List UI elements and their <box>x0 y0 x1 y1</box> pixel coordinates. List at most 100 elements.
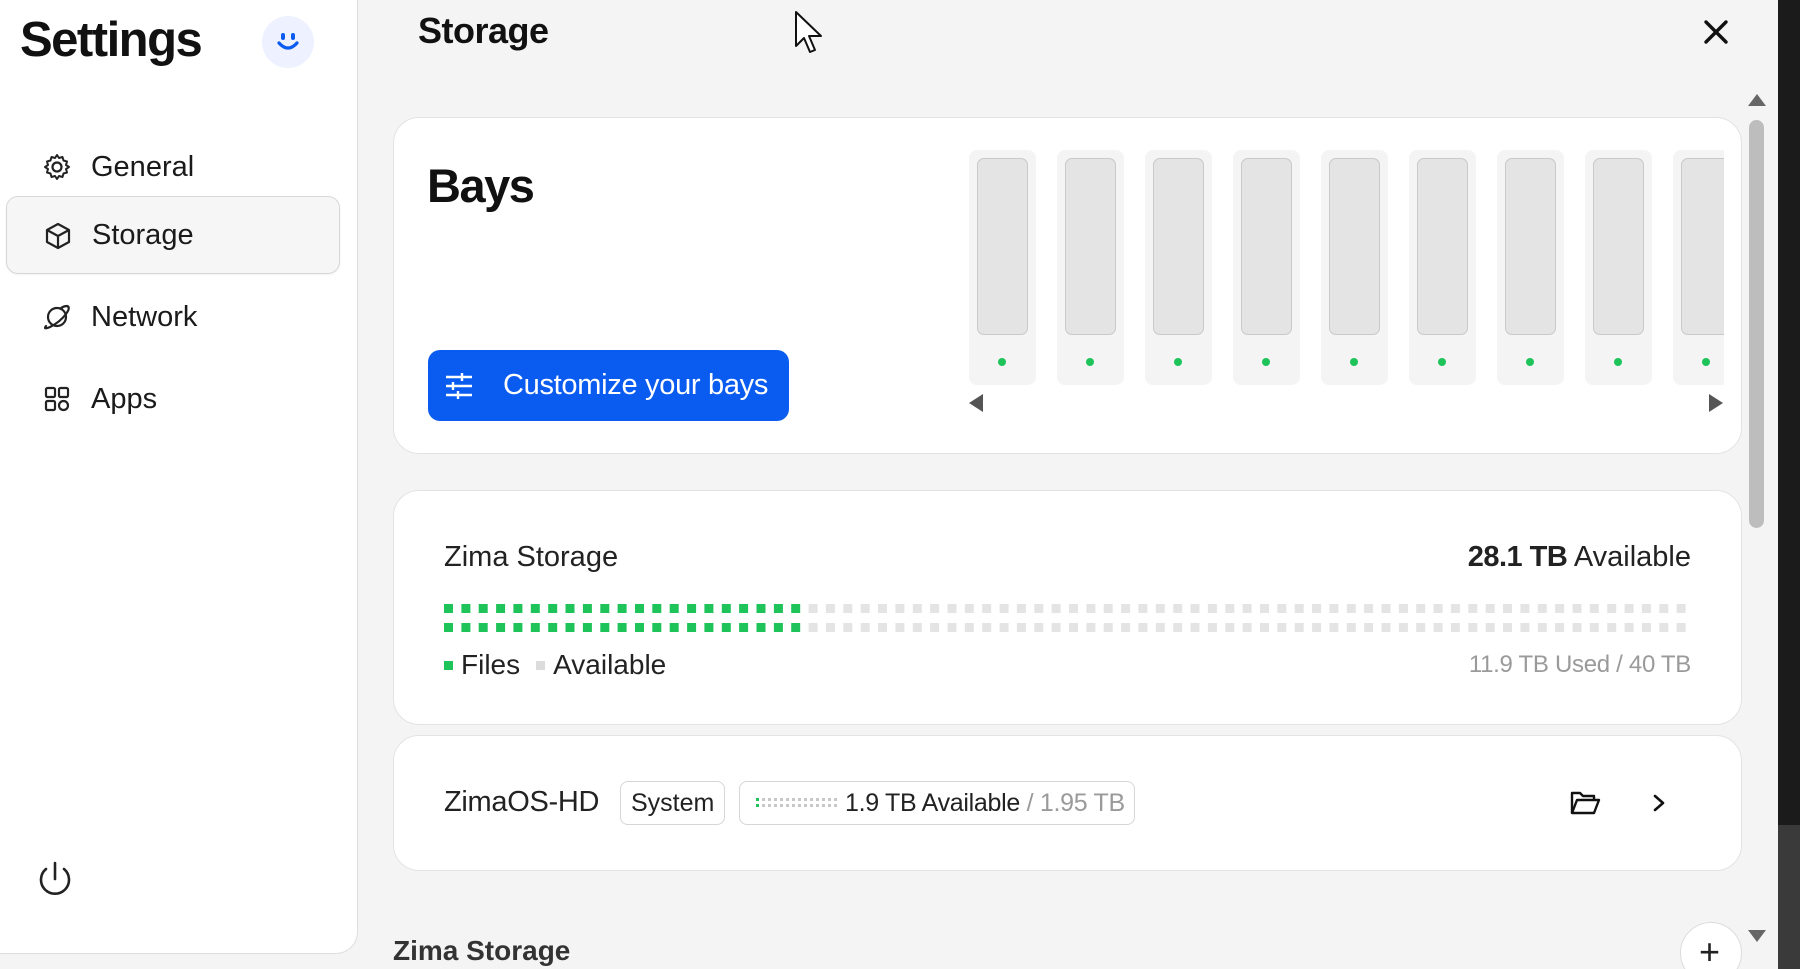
usage-dot-free <box>1277 604 1287 613</box>
usage-dot-free <box>1242 623 1252 632</box>
disk-usage-dot <box>798 798 801 801</box>
sidebar-title: Settings <box>20 13 203 67</box>
usage-dot-free <box>1346 623 1356 632</box>
usage-dot-free <box>878 604 887 613</box>
bay-slot[interactable] <box>1585 150 1652 385</box>
bay-status-dot <box>1702 358 1710 366</box>
bay-slot[interactable] <box>1673 150 1724 385</box>
bay-slot[interactable] <box>1233 150 1300 385</box>
usage-dot-free <box>1641 604 1651 613</box>
usage-dot-free <box>1659 604 1669 613</box>
usage-dot-used <box>791 623 801 632</box>
disk-usage-dot <box>786 798 789 801</box>
usage-dot-free <box>1103 604 1113 613</box>
add-storage-button[interactable]: + <box>1680 922 1742 969</box>
sidebar-item-network[interactable]: Network <box>6 278 340 356</box>
usage-dot-free <box>999 604 1009 613</box>
disk-usage-dot <box>768 804 771 807</box>
disk-usage-dot <box>804 804 807 807</box>
usage-dot-free <box>1398 623 1408 632</box>
usage-dot-free <box>860 604 870 613</box>
plus-icon: + <box>1699 931 1721 969</box>
bay-drive <box>1241 158 1292 335</box>
usage-dot-free <box>982 604 992 613</box>
usage-dot-free <box>1207 604 1217 613</box>
disk-usage-dot <box>834 798 837 801</box>
usage-dot-used <box>669 604 679 613</box>
sidebar-item-general[interactable]: General <box>6 128 340 206</box>
scroll-down-icon[interactable] <box>1748 930 1766 942</box>
bay-status-dot <box>1438 358 1446 366</box>
bay-drive <box>1505 158 1556 335</box>
usage-dot-free <box>1589 623 1599 632</box>
usage-dot-free <box>1086 604 1096 613</box>
usage-dot-free <box>964 604 974 613</box>
scrollbar-thumb[interactable] <box>1749 120 1764 528</box>
disk-available: 1.9 TB Available <box>845 788 1020 817</box>
usage-dot-used <box>496 604 506 613</box>
disk-card[interactable]: ZimaOS-HD System 1.9 TB Available / 1.95… <box>393 735 1742 871</box>
bay-slot[interactable] <box>1145 150 1212 385</box>
chevron-right-icon[interactable] <box>1648 791 1670 815</box>
customize-bays-button[interactable]: Customize your bays <box>428 350 789 421</box>
usage-dot-used <box>617 623 627 632</box>
usage-dot-free <box>1155 623 1165 632</box>
sidebar-item-apps[interactable]: Apps <box>6 360 340 438</box>
disk-name: ZimaOS-HD <box>444 786 600 818</box>
usage-dot-free <box>1450 623 1460 632</box>
usage-dot-free <box>1225 623 1235 632</box>
window-edge <box>1778 0 1800 969</box>
bay-strip[interactable] <box>969 134 1724 434</box>
sliders-icon <box>446 373 472 399</box>
usage-dot-free <box>1572 623 1582 632</box>
bay-slot[interactable] <box>1321 150 1388 385</box>
smiley-icon <box>277 33 299 50</box>
main-scrollbar[interactable] <box>1742 86 1770 948</box>
usage-dot-free <box>1225 604 1235 613</box>
usage-dot-used <box>704 604 714 613</box>
disk-usage-dot <box>828 804 831 807</box>
disk-usage-dot <box>792 804 795 807</box>
usage-dot-free <box>1641 623 1651 632</box>
disk-usage-dot <box>816 804 819 807</box>
usage-dot-free <box>1138 604 1148 613</box>
close-icon[interactable] <box>1700 16 1732 48</box>
usage-dot-used <box>669 623 679 632</box>
scroll-up-icon[interactable] <box>1748 94 1766 106</box>
usage-dot-free <box>1537 604 1547 613</box>
usage-dot-free <box>1572 604 1582 613</box>
usage-dot-free <box>1260 604 1269 613</box>
bay-scrollbar[interactable] <box>969 384 1724 416</box>
usage-dot-free <box>1607 604 1617 613</box>
folder-open-icon[interactable] <box>1569 788 1601 818</box>
usage-dot-free <box>1312 623 1322 632</box>
usage-dot-free <box>1607 623 1617 632</box>
bay-slot[interactable] <box>1409 150 1476 385</box>
usage-dot-used <box>565 623 575 632</box>
scroll-right-icon[interactable] <box>1709 394 1723 412</box>
usage-dot-free <box>860 623 870 632</box>
zima-storage-card[interactable]: Zima Storage 28.1 TB Available Files Ava… <box>393 490 1742 725</box>
usage-dot-free <box>1503 604 1512 613</box>
bay-slot[interactable] <box>1057 150 1124 385</box>
bay-status-dot <box>1614 358 1622 366</box>
usage-dot-free <box>843 604 853 613</box>
scroll-left-icon[interactable] <box>969 394 983 412</box>
usage-dot-free <box>1103 623 1113 632</box>
usage-dot-free <box>1589 604 1599 613</box>
power-icon[interactable] <box>34 859 76 901</box>
usage-dot-free <box>1069 623 1078 632</box>
usage-dot-free <box>808 623 818 632</box>
disk-usage-dot <box>780 804 783 807</box>
usage-dot-used <box>687 623 697 632</box>
avatar[interactable] <box>262 16 314 68</box>
usage-dot-free <box>1242 604 1252 613</box>
legend-label: Files <box>461 649 521 680</box>
bay-slot[interactable] <box>969 150 1036 385</box>
section-label: Zima Storage <box>393 935 571 966</box>
disk-usage-dot <box>774 798 777 801</box>
usage-dot-free <box>1051 604 1061 613</box>
disk-usage-dot <box>798 804 801 807</box>
sidebar-item-storage[interactable]: Storage <box>6 196 340 274</box>
bay-slot[interactable] <box>1497 150 1564 385</box>
